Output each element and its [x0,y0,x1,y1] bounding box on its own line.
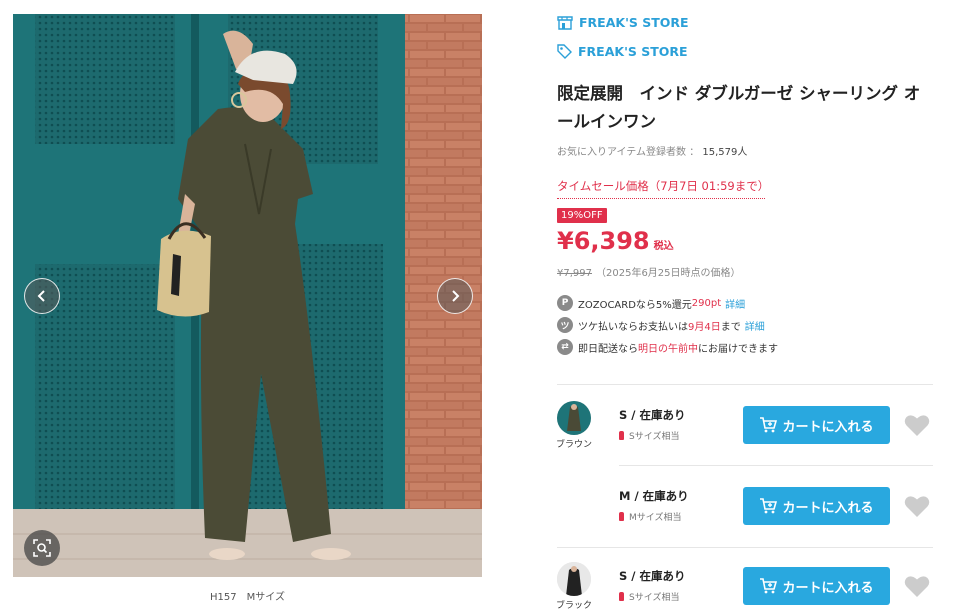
cart-plus-icon [760,578,778,594]
original-price-note: （2025年6月25日時点の価格） [596,268,741,279]
original-price-value: ¥7,997 [557,268,592,279]
cart-plus-icon [760,498,778,514]
swatch-photo [557,401,591,435]
favorite-heart-icon[interactable] [904,494,930,518]
section-divider [557,547,933,548]
perk-text-suffix: まで [720,321,741,333]
image-caption: H157 Mサイズ [210,592,285,603]
swatch-thumbnail [557,401,591,435]
swatch-color-name: ブラウン [555,440,592,450]
add-to-cart-button[interactable]: カートに入れる [743,567,890,605]
chevron-left-icon [37,290,45,302]
swatch-photo [557,562,591,596]
brand-link[interactable]: FREAK'S STORE [557,15,689,30]
perk-detail-link[interactable]: 詳細 [725,296,745,311]
variant-fit-label: Mサイズ相当 [629,513,682,523]
perk-highlight: 明日の午前中 [638,343,698,355]
perk-text-suffix: にお届けできます [698,343,778,355]
product-main-image[interactable] [13,14,482,577]
variant-fit-label: Sサイズ相当 [629,432,680,442]
product-photo-illustration [13,14,482,577]
person-icon [619,512,624,521]
swatch-color-name: ブラック [555,601,592,610]
gallery-next-button[interactable] [437,278,473,314]
add-to-cart-button[interactable]: カートに入れる [743,406,890,444]
favorite-heart-icon[interactable] [904,413,930,437]
variant-size-stock: M / 在庫あり [619,489,689,503]
gallery-prev-button[interactable] [24,278,60,314]
favorite-count-value: 15,579人 [702,147,748,158]
favorite-count-label: お気に入りアイテム登録者数 [557,147,686,158]
perk-text: ツケ払いならお支払いは [578,321,688,333]
brand-link-label: FREAK'S STORE [579,15,689,30]
person-icon [619,592,624,601]
variant-fit: Mサイズ相当 [619,510,682,523]
variant-fit-label: Sサイズ相当 [629,593,680,603]
tax-label: 税込 [653,241,674,252]
time-sale-label: タイムセール価格（7月7日 01:59まで） [557,178,769,199]
add-to-cart-button[interactable]: カートに入れる [743,487,890,525]
favorite-count: お気に入りアイテム登録者数 ： 15,579人 [557,143,747,158]
perk-text: ZOZOCARDなら5%還元 [578,299,692,311]
variant-fit: Sサイズ相当 [619,429,679,442]
person-icon [619,431,624,440]
shop-tag-link[interactable]: FREAK'S STORE [557,44,688,59]
swatch-thumbnail [557,562,591,596]
add-to-cart-label: カートに入れる [782,419,874,435]
variant-divider [619,465,933,466]
variant-fit: Sサイズ相当 [619,590,679,603]
add-to-cart-label: カートに入れる [782,500,874,516]
perk-same-day-delivery: ⇄ 即日配送なら 明日の午前中 にお届けできます [557,339,778,355]
shop-tag-label: FREAK'S STORE [578,44,688,59]
section-divider [557,384,933,385]
chevron-right-icon [452,290,460,302]
variant-size-stock: S / 在庫あり [619,569,686,583]
sale-price-value: ¥6,398 [557,227,650,255]
sale-price: ¥6,398 税込 [557,227,674,255]
favorite-heart-icon[interactable] [904,574,930,598]
perk-zozocard: P ZOZOCARDなら5%還元 290pt 詳細 [557,295,745,311]
color-swatch-black[interactable]: ブラック [556,562,592,610]
discount-badge: 19%OFF [557,208,607,223]
delivery-truck-icon: ⇄ [557,339,573,355]
variant-size-stock: S / 在庫あり [619,408,686,422]
gallery-zoom-button[interactable] [24,530,60,566]
perk-detail-link[interactable]: 詳細 [745,318,765,333]
perk-highlight: 9月4日 [688,321,721,333]
original-price: ¥7,997 （2025年6月25日時点の価格） [557,264,741,279]
cart-plus-icon [760,417,778,433]
perk-tsuke-barai: ツ ツケ払いならお支払いは 9月4日 まで 詳細 [557,317,765,333]
product-title: 限定展開 インド ダブルガーゼ シャーリング オールインワン [557,84,921,131]
store-icon [557,15,573,30]
tag-icon [557,44,572,59]
perk-highlight: 290pt [691,297,722,309]
add-to-cart-label: カートに入れる [782,580,874,596]
zozocard-icon: P [557,295,573,311]
color-swatch-brown[interactable]: ブラウン [556,401,592,450]
favorite-count-separator: ： [689,147,700,158]
perk-text: 即日配送なら [578,343,638,355]
zoom-scan-icon [33,539,51,557]
tsuke-barai-icon: ツ [557,317,573,333]
